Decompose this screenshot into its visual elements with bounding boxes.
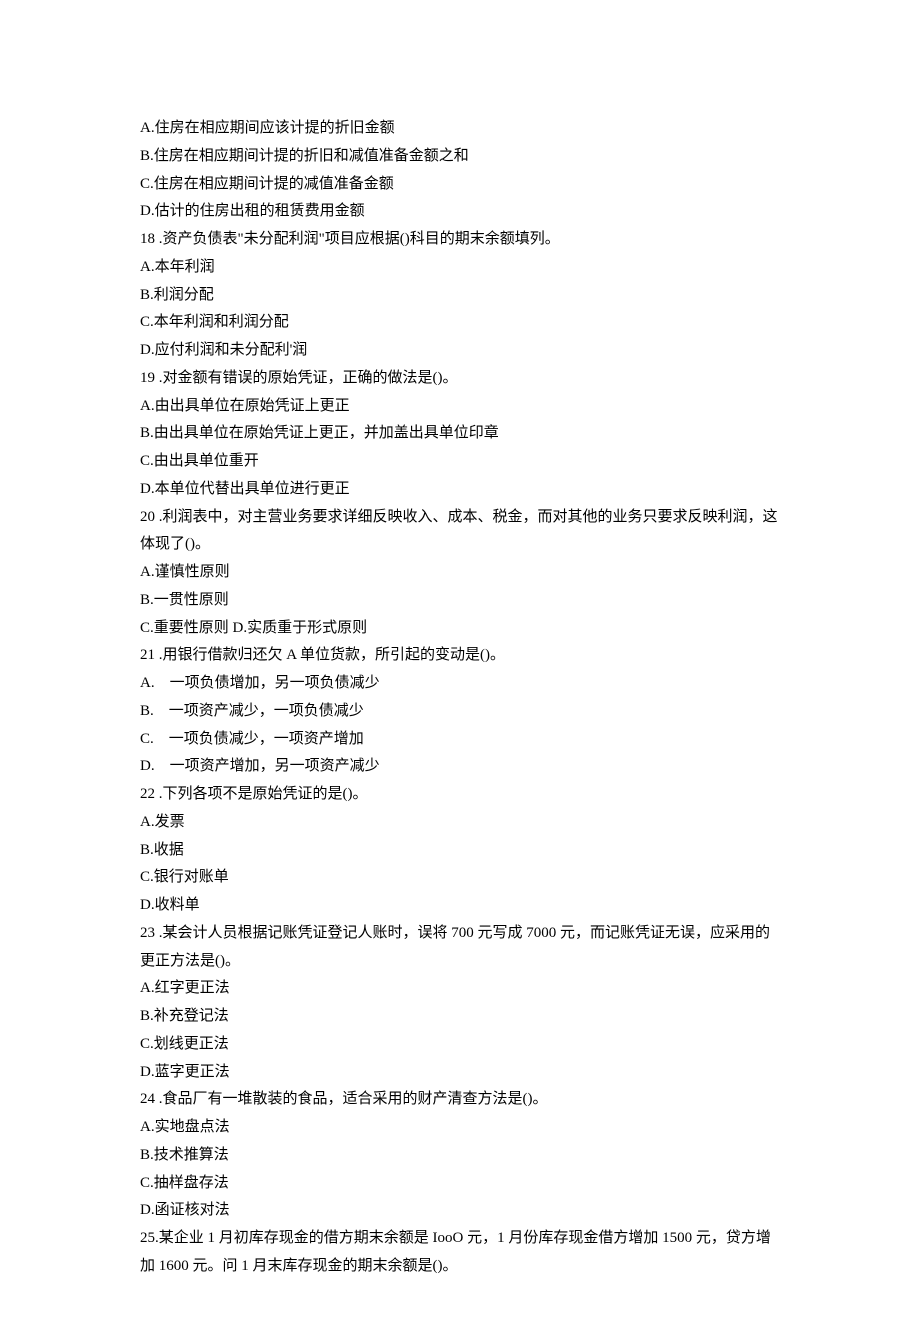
text-line: 24 .食品厂有一堆散装的食品，适合采用的财产清查方法是()。 (140, 1086, 780, 1114)
text-line: 19 .对金额有错误的原始凭证，正确的做法是()。 (140, 365, 780, 393)
document-body: A.住房在相应期间应该计提的折旧金额B.住房在相应期间计提的折旧和减值准备金额之… (140, 115, 780, 1281)
text-line: C.重要性原则 D.实质重于形式原则 (140, 615, 780, 643)
text-line: 21 .用银行借款归还欠 A 单位货款，所引起的变动是()。 (140, 642, 780, 670)
text-line: D.蓝字更正法 (140, 1059, 780, 1087)
text-line: 18 .资产负债表"未分配利润"项目应根据()科目的期末余额填列。 (140, 226, 780, 254)
text-line: A.本年利润 (140, 254, 780, 282)
text-line: C.银行对账单 (140, 864, 780, 892)
text-line: A.发票 (140, 809, 780, 837)
text-line: B.补充登记法 (140, 1003, 780, 1031)
text-line: B.住房在相应期间计提的折旧和减值准备金额之和 (140, 143, 780, 171)
text-line: 25.某企业 1 月初库存现金的借方期末余额是 IooO 元，1 月份库存现金借… (140, 1225, 780, 1281)
text-line: A. 一项负债增加，另一项负债减少 (140, 670, 780, 698)
text-line: D.应付利润和未分配利'润 (140, 337, 780, 365)
text-line: B. 一项资产减少，一项负债减少 (140, 698, 780, 726)
text-line: B.一贯性原则 (140, 587, 780, 615)
text-line: A.由出具单位在原始凭证上更正 (140, 393, 780, 421)
text-line: D.本单位代替出具单位进行更正 (140, 476, 780, 504)
text-line: C.划线更正法 (140, 1031, 780, 1059)
text-line: D.收料单 (140, 892, 780, 920)
text-line: B.技术推算法 (140, 1142, 780, 1170)
text-line: C.住房在相应期间计提的减值准备金额 (140, 171, 780, 199)
text-line: C.由出具单位重开 (140, 448, 780, 476)
text-line: B.利润分配 (140, 282, 780, 310)
text-line: A.红字更正法 (140, 975, 780, 1003)
text-line: C.抽样盘存法 (140, 1170, 780, 1198)
text-line: B.由出具单位在原始凭证上更正，并加盖出具单位印章 (140, 420, 780, 448)
text-line: 22 .下列各项不是原始凭证的是()。 (140, 781, 780, 809)
text-line: C.本年利润和利润分配 (140, 309, 780, 337)
text-line: 23 .某会计人员根据记账凭证登记人账时，误将 700 元写成 7000 元，而… (140, 920, 780, 976)
text-line: B.收据 (140, 837, 780, 865)
text-line: A.住房在相应期间应该计提的折旧金额 (140, 115, 780, 143)
text-line: C. 一项负债减少，一项资产增加 (140, 726, 780, 754)
text-line: D. 一项资产增加，另一项资产减少 (140, 753, 780, 781)
text-line: 20 .利润表中，对主营业务要求详细反映收入、成本、税金，而对其他的业务只要求反… (140, 504, 780, 560)
text-line: D.函证核对法 (140, 1197, 780, 1225)
text-line: A.谨慎性原则 (140, 559, 780, 587)
text-line: D.估计的住房出租的租赁费用金额 (140, 198, 780, 226)
text-line: A.实地盘点法 (140, 1114, 780, 1142)
